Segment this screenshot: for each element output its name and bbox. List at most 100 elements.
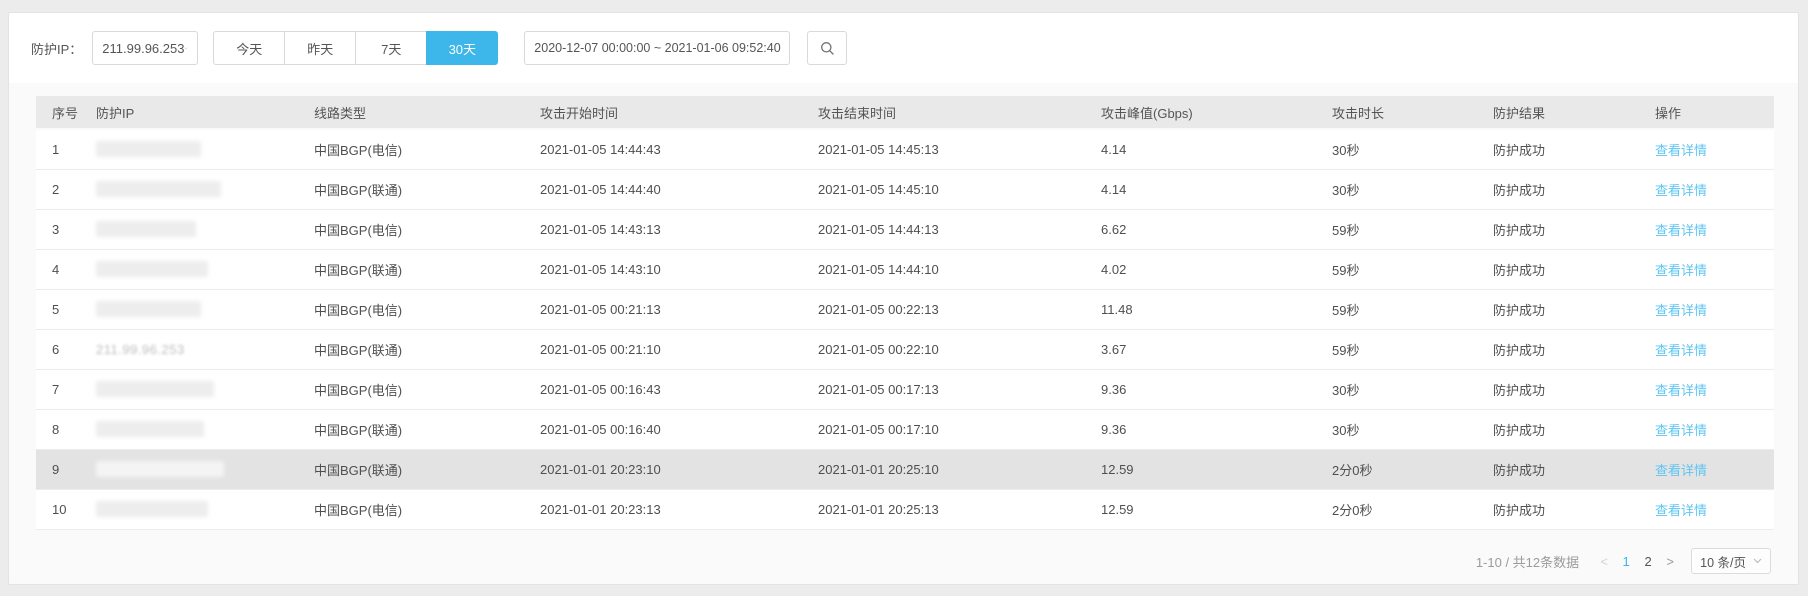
cell-action: 查看详情 [1639, 369, 1774, 409]
cell-result: 防护成功 [1477, 329, 1639, 369]
attack-log-table: 序号防护IP线路类型攻击开始时间攻击结束时间攻击峰值(Gbps)攻击时长防护结果… [36, 96, 1771, 530]
cell-action: 查看详情 [1639, 209, 1774, 249]
cell-no: 10 [36, 489, 80, 529]
cell-attack-start: 2021-01-01 20:23:10 [524, 449, 802, 489]
redacted-ip [96, 421, 204, 437]
table-body: 1中国BGP(电信)2021-01-05 14:44:432021-01-05 … [36, 129, 1774, 529]
view-details-link[interactable]: 查看详情 [1655, 463, 1707, 478]
ip-select[interactable]: 211.99.96.253 [92, 31, 198, 65]
search-button[interactable] [807, 31, 847, 65]
table-row: 8中国BGP(联通)2021-01-05 00:16:402021-01-05 … [36, 409, 1774, 449]
cell-action: 查看详情 [1639, 169, 1774, 209]
table-row: 2中国BGP(联通)2021-01-05 14:44:402021-01-05 … [36, 169, 1774, 209]
column-header: 序号 [36, 96, 80, 129]
search-icon [820, 41, 835, 56]
cell-ip [80, 489, 298, 529]
cell-line-type: 中国BGP(电信) [298, 209, 524, 249]
cell-action: 查看详情 [1639, 329, 1774, 369]
table-row: 5中国BGP(电信)2021-01-05 00:21:132021-01-05 … [36, 289, 1774, 329]
date-range-value: 2020-12-07 00:00:00 ~ 2021-01-06 09:52:4… [534, 41, 780, 55]
table-row: 9中国BGP(联通)2021-01-01 20:23:102021-01-01 … [36, 449, 1774, 489]
cell-duration: 2分0秒 [1316, 449, 1477, 489]
cell-no: 2 [36, 169, 80, 209]
cell-attack-start: 2021-01-05 00:16:40 [524, 409, 802, 449]
cell-result: 防护成功 [1477, 489, 1639, 529]
view-details-link[interactable]: 查看详情 [1655, 303, 1707, 318]
column-header: 操作 [1639, 96, 1774, 129]
cell-duration: 59秒 [1316, 209, 1477, 249]
cell-line-type: 中国BGP(联通) [298, 249, 524, 289]
filter-bar: 防护IP： 211.99.96.253 今天昨天7天30天 2020-12-07… [9, 13, 1798, 83]
cell-duration: 30秒 [1316, 169, 1477, 209]
cell-peak: 11.48 [1085, 289, 1316, 329]
column-header: 攻击开始时间 [524, 96, 802, 129]
cell-ip [80, 169, 298, 209]
table-row: 4中国BGP(联通)2021-01-05 14:43:102021-01-05 … [36, 249, 1774, 289]
cell-ip [80, 289, 298, 329]
view-details-link[interactable]: 查看详情 [1655, 143, 1707, 158]
ip-filter-label: 防护IP： [31, 39, 82, 58]
cell-line-type: 中国BGP(联通) [298, 409, 524, 449]
pagination-prev-button[interactable]: < [1593, 554, 1615, 569]
cell-no: 8 [36, 409, 80, 449]
page-number[interactable]: 2 [1637, 554, 1659, 569]
view-details-link[interactable]: 查看详情 [1655, 223, 1707, 238]
redacted-ip [96, 501, 208, 517]
cell-result: 防护成功 [1477, 369, 1639, 409]
column-header: 线路类型 [298, 96, 524, 129]
cell-attack-start: 2021-01-05 00:21:10 [524, 329, 802, 369]
cell-peak: 9.36 [1085, 369, 1316, 409]
cell-action: 查看详情 [1639, 249, 1774, 289]
pagination: 1-10 / 共12条数据 < 12 > 10 条/页 [1476, 548, 1771, 574]
view-details-link[interactable]: 查看详情 [1655, 343, 1707, 358]
cell-peak: 12.59 [1085, 449, 1316, 489]
cell-no: 6 [36, 329, 80, 369]
table-row: 6211.99.96.253中国BGP(联通)2021-01-05 00:21:… [36, 329, 1774, 369]
column-header: 防护IP [80, 96, 298, 129]
page-number[interactable]: 1 [1615, 554, 1637, 569]
table-row: 7中国BGP(电信)2021-01-05 00:16:432021-01-05 … [36, 369, 1774, 409]
range-button[interactable]: 30天 [426, 31, 498, 65]
cell-action: 查看详情 [1639, 409, 1774, 449]
pagination-pages: 12 [1615, 554, 1659, 569]
cell-action: 查看详情 [1639, 129, 1774, 169]
redacted-ip [96, 221, 196, 237]
cell-no: 5 [36, 289, 80, 329]
cell-attack-end: 2021-01-01 20:25:13 [802, 489, 1085, 529]
view-details-link[interactable]: 查看详情 [1655, 383, 1707, 398]
cell-duration: 2分0秒 [1316, 489, 1477, 529]
view-details-link[interactable]: 查看详情 [1655, 503, 1707, 518]
column-header: 攻击峰值(Gbps) [1085, 96, 1316, 129]
table-header-row: 序号防护IP线路类型攻击开始时间攻击结束时间攻击峰值(Gbps)攻击时长防护结果… [36, 96, 1774, 129]
range-button[interactable]: 今天 [213, 31, 285, 65]
table-row: 3中国BGP(电信)2021-01-05 14:43:132021-01-05 … [36, 209, 1774, 249]
cell-peak: 4.02 [1085, 249, 1316, 289]
cell-attack-start: 2021-01-05 00:16:43 [524, 369, 802, 409]
cell-attack-end: 2021-01-05 00:17:13 [802, 369, 1085, 409]
main-panel: 防护IP： 211.99.96.253 今天昨天7天30天 2020-12-07… [8, 12, 1799, 585]
range-button[interactable]: 7天 [355, 31, 427, 65]
date-range-input[interactable]: 2020-12-07 00:00:00 ~ 2021-01-06 09:52:4… [524, 31, 790, 65]
view-details-link[interactable]: 查看详情 [1655, 183, 1707, 198]
page-size-value: 10 条/页 [1700, 552, 1746, 571]
cell-duration: 30秒 [1316, 129, 1477, 169]
cell-duration: 59秒 [1316, 329, 1477, 369]
column-header: 攻击时长 [1316, 96, 1477, 129]
cell-attack-start: 2021-01-05 14:43:10 [524, 249, 802, 289]
cell-action: 查看详情 [1639, 289, 1774, 329]
range-button[interactable]: 昨天 [284, 31, 356, 65]
cell-duration: 59秒 [1316, 249, 1477, 289]
cell-line-type: 中国BGP(电信) [298, 289, 524, 329]
cell-ip [80, 449, 298, 489]
cell-no: 7 [36, 369, 80, 409]
cell-result: 防护成功 [1477, 169, 1639, 209]
column-header: 防护结果 [1477, 96, 1639, 129]
page-size-select[interactable]: 10 条/页 [1691, 548, 1771, 574]
redacted-ip [96, 141, 201, 157]
view-details-link[interactable]: 查看详情 [1655, 263, 1707, 278]
view-details-link[interactable]: 查看详情 [1655, 423, 1707, 438]
cell-no: 1 [36, 129, 80, 169]
pagination-next-button[interactable]: > [1659, 554, 1681, 569]
pagination-summary: 1-10 / 共12条数据 [1476, 552, 1579, 571]
cell-attack-end: 2021-01-05 00:22:10 [802, 329, 1085, 369]
